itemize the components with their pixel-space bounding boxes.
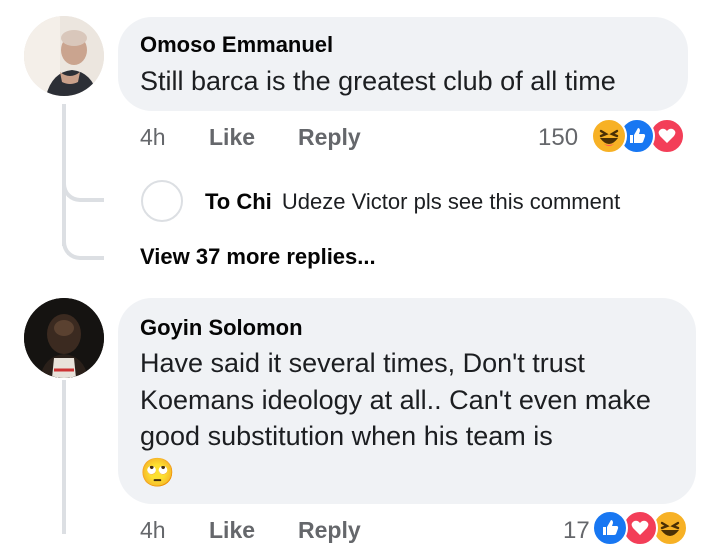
comment-author[interactable]: Goyin Solomon [140, 315, 686, 341]
profile-photo [24, 16, 104, 96]
comment-timestamp[interactable]: 4h [140, 517, 166, 544]
comment-timestamp[interactable]: 4h [140, 124, 166, 151]
reaction-icons[interactable] [591, 118, 691, 156]
thread-line [62, 380, 66, 534]
like-button[interactable]: Like [209, 124, 255, 151]
comment-text: Have said it several times, Don't trust … [140, 348, 651, 451]
reply-author[interactable]: To Chi [205, 189, 272, 214]
reply-button[interactable]: Reply [298, 124, 361, 151]
avatar[interactable] [24, 298, 104, 378]
comment-text: Still barca is the greatest club of all … [140, 66, 616, 96]
reply-text: Udeze Victor pls see this comment [281, 189, 621, 214]
reaction-count[interactable]: 150 [538, 124, 578, 152]
thread-branch-line [62, 220, 104, 260]
haha-icon [591, 118, 627, 154]
like-icon [592, 510, 628, 546]
reaction-icons[interactable] [592, 510, 696, 548]
thread-branch-line [62, 168, 104, 202]
reaction-count[interactable]: 17 [563, 517, 590, 545]
reply-avatar[interactable] [141, 180, 183, 222]
avatar[interactable] [24, 16, 104, 96]
emoji: 🙄 [140, 456, 175, 488]
profile-photo [24, 298, 104, 378]
comment-author[interactable]: Omoso Emmanuel [140, 32, 688, 58]
reply-preview[interactable]: To Chi Udeze Victor pls see this comment [205, 189, 620, 215]
comment-bubble: Goyin Solomon Have said it several times… [118, 298, 696, 504]
like-button[interactable]: Like [209, 517, 255, 544]
view-more-replies[interactable]: View 37 more replies... [140, 244, 376, 270]
reply-button[interactable]: Reply [298, 517, 361, 544]
comment-bubble: Omoso Emmanuel Still barca is the greate… [118, 17, 688, 111]
